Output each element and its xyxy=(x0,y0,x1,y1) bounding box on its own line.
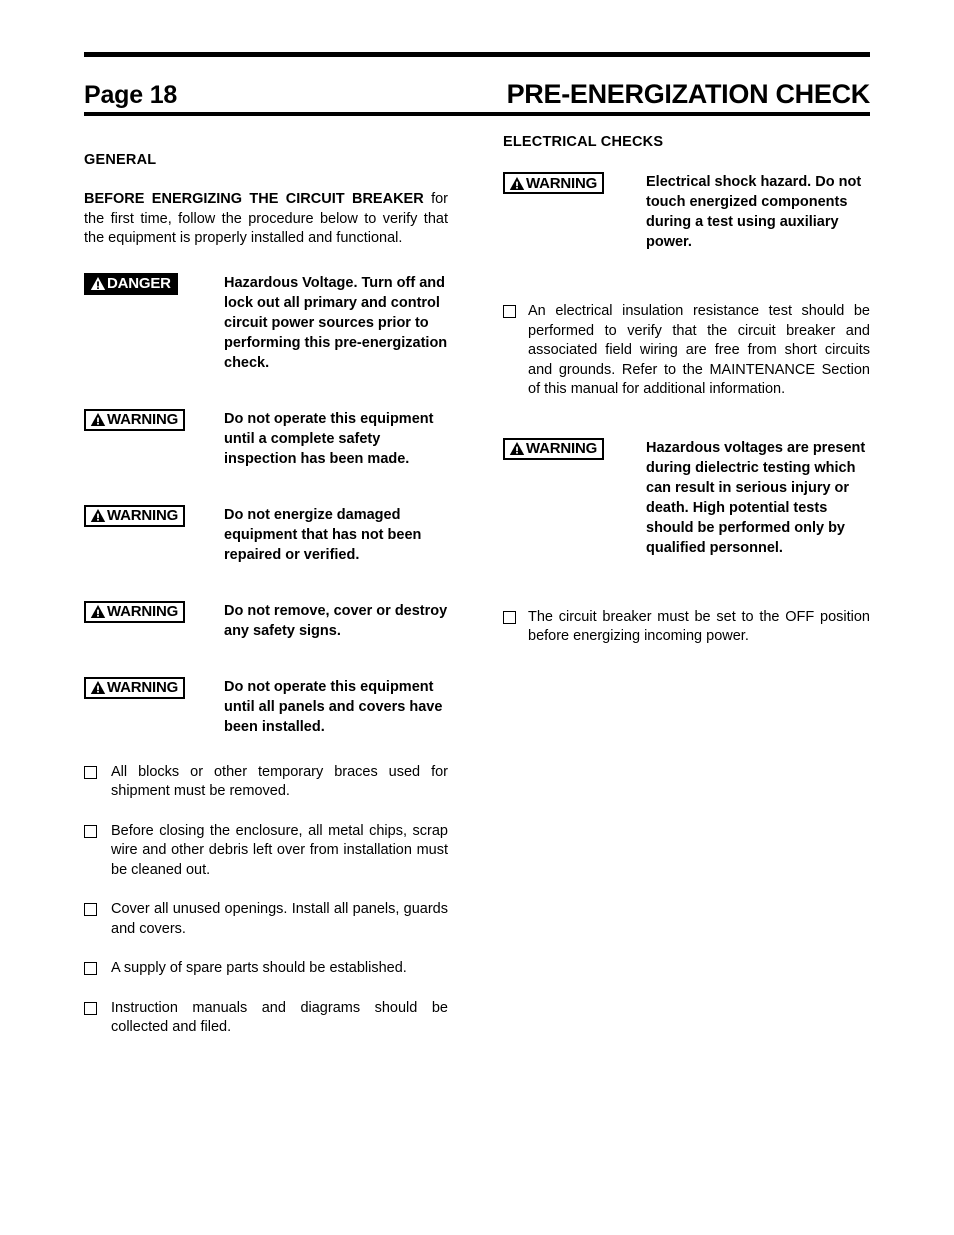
danger-badge-label: DANGER xyxy=(107,275,171,292)
list-item[interactable]: Before closing the enclosure, all metal … xyxy=(84,822,448,881)
checkbox-icon[interactable] xyxy=(84,824,97,838)
alert-text: Do not remove, cover or destroy any safe… xyxy=(224,602,448,639)
alert-text: Do not operate this equipment until a co… xyxy=(224,410,434,467)
list-item[interactable]: All blocks or other temporary braces use… xyxy=(84,763,448,802)
list-item[interactable]: Cover all unused openings. Install all p… xyxy=(84,900,448,939)
alert-warning-panels-covers: WARNING Do not operate this equipment un… xyxy=(84,676,448,737)
left-column: GENERAL BEFORE ENERGIZING THE CIRCUIT BR… xyxy=(84,152,448,1058)
check-item-text: All blocks or other temporary braces use… xyxy=(111,763,448,800)
warning-badge: WARNING xyxy=(503,437,605,460)
warning-triangle-icon xyxy=(90,509,106,522)
warning-badge-label: WARNING xyxy=(526,174,598,192)
check-item-text: An electrical insulation resistance test… xyxy=(528,303,870,397)
page-header: Page 18 PRE-ENERGIZATION CHECK xyxy=(84,52,870,116)
list-item[interactable]: The circuit breaker must be set to the O… xyxy=(503,608,870,647)
badge-cell: WARNING xyxy=(84,676,224,701)
checkbox-icon[interactable] xyxy=(84,765,97,779)
alert-warning-safety-signs: WARNING Do not remove, cover or destroy … xyxy=(84,600,448,641)
right-checklist-2: The circuit breaker must be set to the O… xyxy=(503,608,870,647)
warning-badge: WARNING xyxy=(84,676,186,699)
alert-warning-safety-inspection: WARNING Do not operate this equipment un… xyxy=(84,408,448,469)
intro-paragraph: BEFORE ENERGIZING THE CIRCUIT BREAKER fo… xyxy=(84,190,448,249)
warning-triangle-icon xyxy=(90,413,106,426)
document-page: Page 18 PRE-ENERGIZATION CHECK GENERAL B… xyxy=(0,0,954,1235)
warning-badge: WARNING xyxy=(84,504,186,527)
warning-badge-label: WARNING xyxy=(107,507,179,524)
section-heading-general: GENERAL xyxy=(84,152,157,168)
left-checklist: All blocks or other temporary braces use… xyxy=(84,763,448,1038)
danger-badge: DANGER xyxy=(84,272,178,295)
alert-text: Hazardous Voltage. Turn off and lock out… xyxy=(224,274,448,371)
alert-warning-electrical-shock: WARNING Electrical shock hazard. Do not … xyxy=(503,172,870,252)
checkbox-icon[interactable] xyxy=(84,962,97,975)
warning-badge-label: WARNING xyxy=(107,603,179,620)
alert-danger-hazardous-voltage: DANGER Hazardous Voltage. Turn off and l… xyxy=(84,272,448,373)
alert-text: Electrical shock hazard. Do not touch en… xyxy=(646,174,862,250)
intro-bold-lead: BEFORE ENERGIZING THE CIRCUIT BREAKER xyxy=(84,191,424,207)
warning-triangle-icon xyxy=(90,681,106,694)
warning-triangle-icon xyxy=(90,605,106,618)
check-item-text: Cover all unused openings. Install all p… xyxy=(111,901,448,937)
badge-cell: WARNING xyxy=(503,437,646,462)
badge-cell: WARNING xyxy=(84,504,224,529)
right-column: ELECTRICAL CHECKS WARNING Electrical sho… xyxy=(503,134,870,665)
badge-cell: DANGER xyxy=(84,272,224,297)
checkbox-icon[interactable] xyxy=(503,305,516,318)
alert-text: Do not energize damaged equipment that h… xyxy=(224,506,422,563)
page-title: PRE-ENERGIZATION CHECK xyxy=(506,79,871,109)
warning-triangle-icon xyxy=(90,277,106,290)
right-checklist-1: An electrical insulation resistance test… xyxy=(503,302,870,400)
header-rule-bottom xyxy=(84,112,870,116)
list-item[interactable]: A supply of spare parts should be establ… xyxy=(84,959,448,979)
check-item-text: Instruction manuals and diagrams should … xyxy=(111,999,448,1036)
list-item[interactable]: Instruction manuals and diagrams should … xyxy=(84,999,448,1038)
list-item[interactable]: An electrical insulation resistance test… xyxy=(503,302,870,400)
section-heading-electrical-checks: ELECTRICAL CHECKS xyxy=(503,134,664,150)
warning-badge: WARNING xyxy=(84,408,186,431)
warning-badge-label: WARNING xyxy=(526,440,598,457)
checkbox-icon[interactable] xyxy=(84,1001,97,1015)
alert-warning-dielectric-testing: WARNING Hazardous voltages are present d… xyxy=(503,437,870,558)
alert-text: Do not operate this equipment until all … xyxy=(224,678,443,735)
warning-badge: WARNING xyxy=(503,172,605,194)
checkbox-icon[interactable] xyxy=(503,610,516,624)
check-item-text: Before closing the enclosure, all metal … xyxy=(111,822,448,878)
check-item-text: A supply of spare parts should be establ… xyxy=(111,960,407,976)
alert-warning-damaged-equipment: WARNING Do not energize damaged equipmen… xyxy=(84,504,448,565)
badge-cell: WARNING xyxy=(84,408,224,433)
warning-triangle-icon xyxy=(509,176,525,190)
checkbox-icon[interactable] xyxy=(84,903,97,916)
alert-text: Hazardous voltages are present during di… xyxy=(646,439,866,556)
badge-cell: WARNING xyxy=(84,600,224,625)
page-number: Page 18 xyxy=(84,81,178,109)
warning-triangle-icon xyxy=(509,442,525,455)
warning-badge-label: WARNING xyxy=(107,679,179,696)
header-row: Page 18 PRE-ENERGIZATION CHECK xyxy=(84,57,870,112)
check-item-text: The circuit breaker must be set to the O… xyxy=(528,608,870,645)
badge-cell: WARNING xyxy=(503,172,646,196)
warning-badge: WARNING xyxy=(84,600,186,623)
warning-badge-label: WARNING xyxy=(107,411,179,428)
